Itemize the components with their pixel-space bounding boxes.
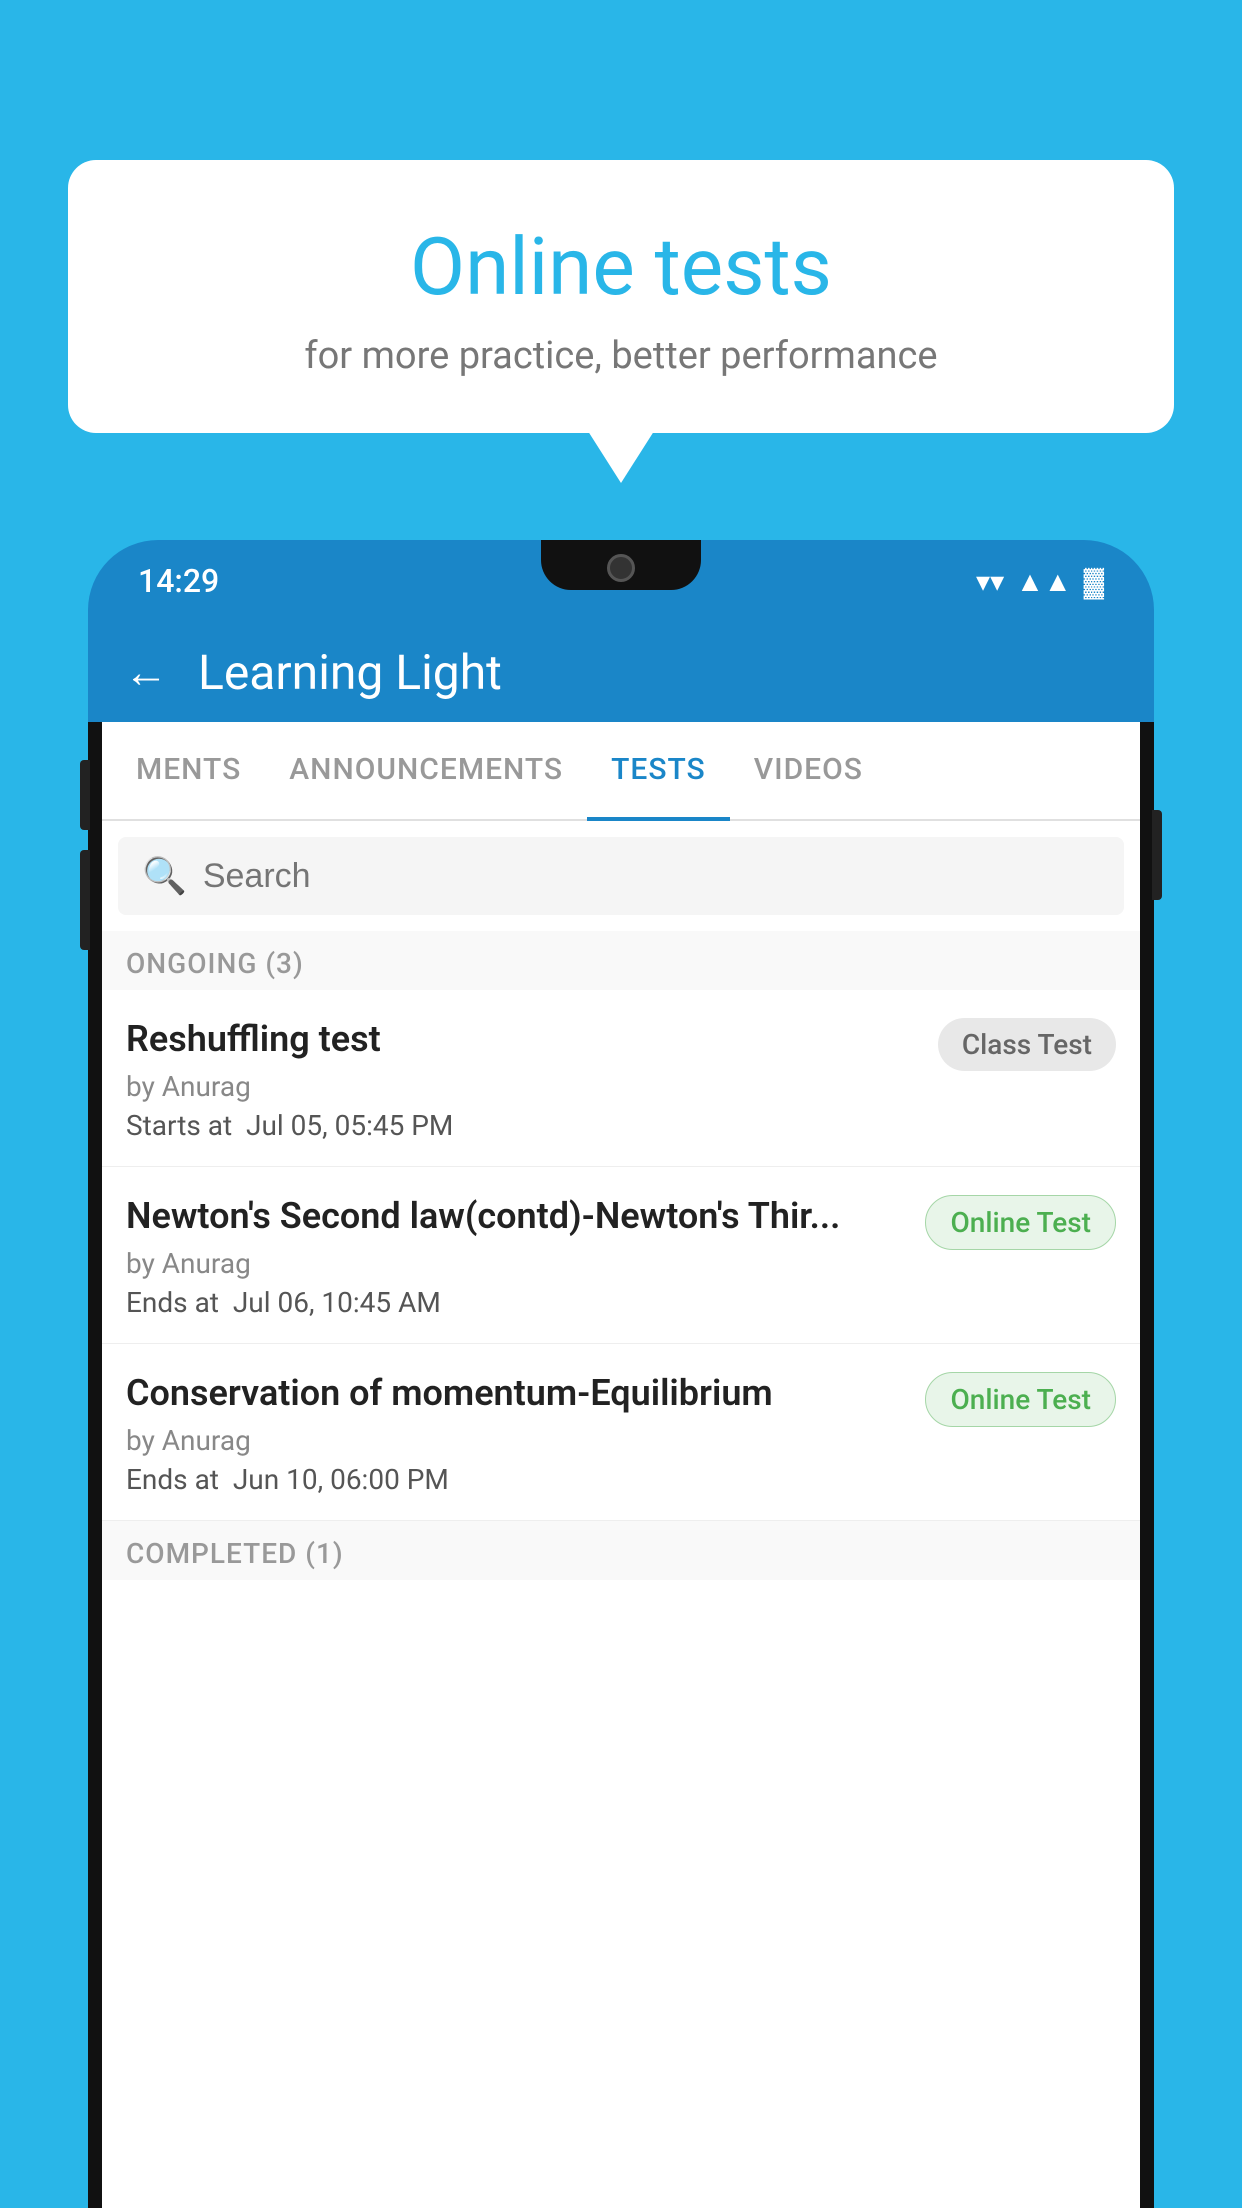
tab-announcements[interactable]: ANNOUNCEMENTS: [265, 722, 587, 819]
status-bar: 14:29 ▾▾ ▲▲ ▓: [88, 540, 1154, 622]
test-item[interactable]: Newton's Second law(contd)-Newton's Thir…: [102, 1167, 1140, 1344]
test-item[interactable]: Conservation of momentum-Equilibrium by …: [102, 1344, 1140, 1521]
tab-ments[interactable]: MENTS: [112, 722, 265, 819]
notch: [541, 540, 701, 590]
time-value: Jun 10, 06:00 PM: [233, 1463, 449, 1496]
test-author: by Anurag: [126, 1070, 922, 1103]
camera: [607, 554, 635, 582]
vol-up-button: [80, 760, 90, 830]
search-bar[interactable]: 🔍: [118, 837, 1124, 915]
signal-icon: ▲▲: [1016, 565, 1071, 598]
app-header: ← Learning Light: [88, 622, 1154, 722]
test-name: Newton's Second law(contd)-Newton's Thir…: [126, 1195, 909, 1237]
test-author: by Anurag: [126, 1424, 909, 1457]
test-author: by Anurag: [126, 1247, 909, 1280]
search-icon: 🔍: [142, 855, 187, 897]
speech-bubble: Online tests for more practice, better p…: [68, 160, 1174, 433]
tabs-bar: MENTS ANNOUNCEMENTS TESTS VIDEOS: [102, 722, 1140, 821]
bubble-subtitle: for more practice, better performance: [118, 334, 1124, 378]
test-item-content: Newton's Second law(contd)-Newton's Thir…: [126, 1195, 909, 1319]
vol-down-button: [80, 850, 90, 950]
tab-videos[interactable]: VIDEOS: [730, 722, 887, 819]
status-time: 14:29: [138, 562, 219, 600]
test-badge: Online Test: [925, 1372, 1116, 1427]
battery-icon: ▓: [1084, 565, 1104, 598]
test-time: Ends at Jun 10, 06:00 PM: [126, 1463, 909, 1496]
test-item-content: Conservation of momentum-Equilibrium by …: [126, 1372, 909, 1496]
time-label: Starts at: [126, 1109, 232, 1142]
test-item[interactable]: Reshuffling test by Anurag Starts at Jul…: [102, 990, 1140, 1167]
phone-frame: 14:29 ▾▾ ▲▲ ▓ ← Learning Light MENTS ANN…: [88, 540, 1154, 2208]
phone-content: MENTS ANNOUNCEMENTS TESTS VIDEOS 🔍 ONGOI…: [88, 722, 1154, 2208]
time-value: Jul 05, 05:45 PM: [246, 1109, 453, 1142]
ongoing-section-header: ONGOING (3): [102, 931, 1140, 990]
bubble-title: Online tests: [118, 220, 1124, 314]
test-time: Starts at Jul 05, 05:45 PM: [126, 1109, 922, 1142]
test-badge: Class Test: [938, 1018, 1116, 1071]
time-label: Ends at: [126, 1463, 219, 1496]
completed-section-header: COMPLETED (1): [102, 1521, 1140, 1580]
test-item-content: Reshuffling test by Anurag Starts at Jul…: [126, 1018, 922, 1142]
time-label: Ends at: [126, 1286, 219, 1319]
test-badge: Online Test: [925, 1195, 1116, 1250]
status-icons: ▾▾ ▲▲ ▓: [976, 565, 1104, 598]
app-title: Learning Light: [198, 644, 502, 701]
wifi-icon: ▾▾: [976, 565, 1004, 598]
time-value: Jul 06, 10:45 AM: [233, 1286, 441, 1319]
search-input[interactable]: [203, 857, 1100, 896]
tab-tests[interactable]: TESTS: [587, 722, 730, 821]
test-time: Ends at Jul 06, 10:45 AM: [126, 1286, 909, 1319]
power-button: [1152, 810, 1162, 900]
back-button[interactable]: ←: [124, 646, 168, 698]
test-name: Conservation of momentum-Equilibrium: [126, 1372, 909, 1414]
test-name: Reshuffling test: [126, 1018, 922, 1060]
